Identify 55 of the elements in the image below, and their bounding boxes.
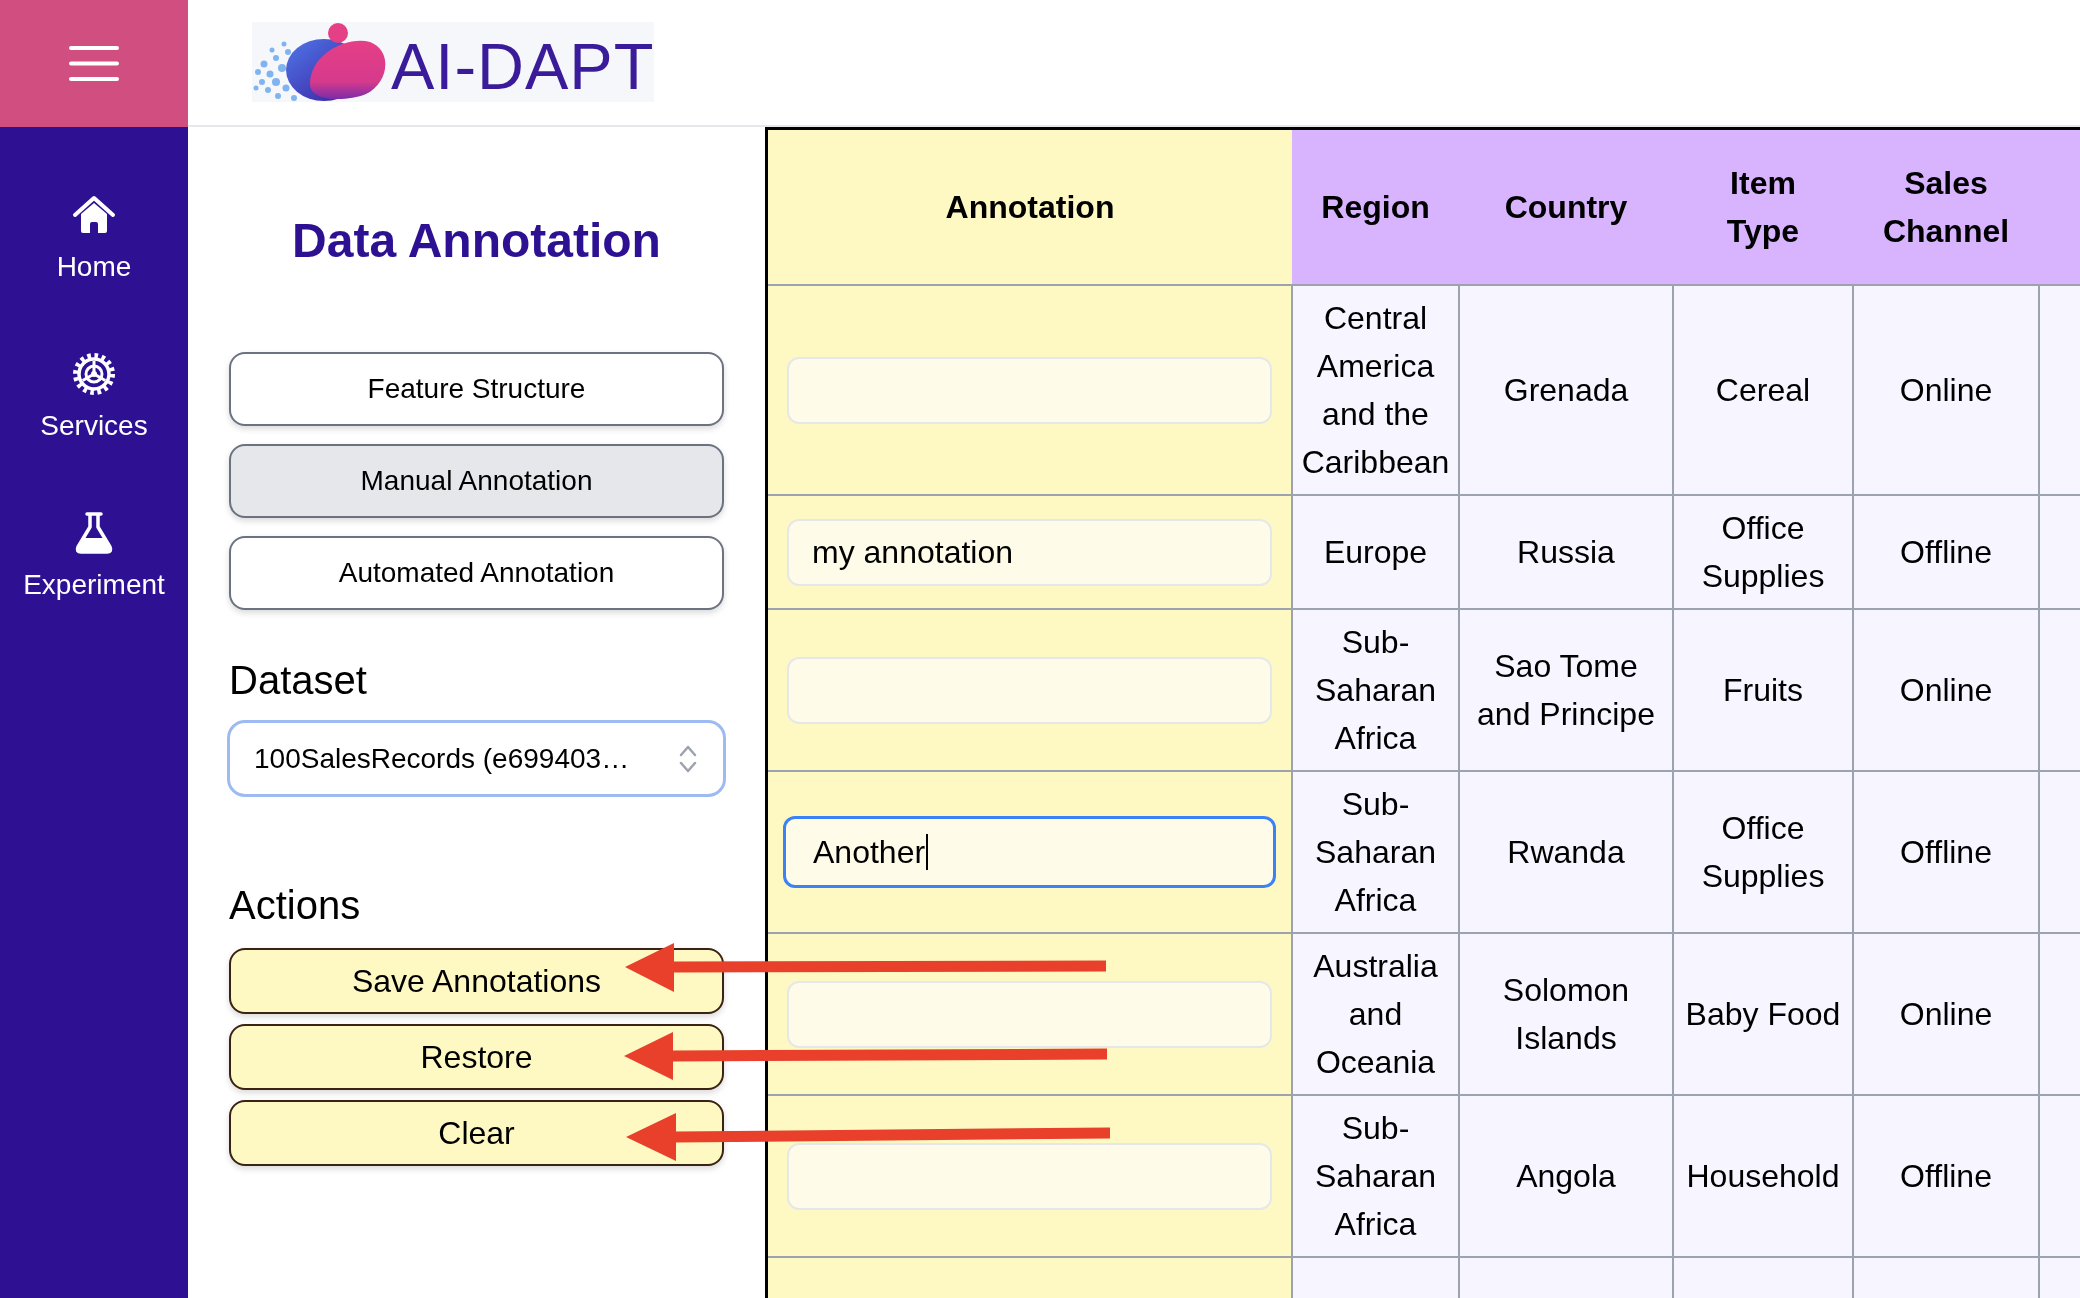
action-button[interactable]: Save Annotations xyxy=(229,948,724,1014)
table-cell: Household xyxy=(1673,1095,1853,1257)
home-icon xyxy=(72,195,116,235)
table-cell: Sao Tome and Principe xyxy=(1459,609,1673,771)
table-cell: Central America and the Caribbean xyxy=(1292,285,1459,495)
input-field[interactable]: my annotation xyxy=(787,518,1272,586)
nav-item[interactable]: Home xyxy=(0,185,188,293)
chevron-up-down-icon xyxy=(679,744,697,773)
input-field[interactable] xyxy=(787,656,1272,724)
table-cell: Cereal xyxy=(1673,285,1853,495)
mode-button[interactable]: Feature Structure xyxy=(229,352,724,426)
column-header: Country xyxy=(1459,130,1673,285)
menu-icon xyxy=(69,46,119,81)
table-cell: Online xyxy=(1853,933,2039,1095)
logo-wordmark: AI-DAPT xyxy=(391,31,655,103)
table-cell: Sub-Saharan Africa xyxy=(1292,1095,1459,1257)
input-field[interactable] xyxy=(787,980,1272,1048)
table-cell: Online xyxy=(1853,609,2039,771)
dataset-select[interactable]: 100SalesRecords (e699403… xyxy=(227,720,726,797)
action-button[interactable]: Restore xyxy=(229,1024,724,1090)
table-cell: Online xyxy=(1853,285,2039,495)
mode-button[interactable]: Manual Annotation xyxy=(229,444,724,518)
table-cell: Fruits xyxy=(1673,609,1853,771)
table-cell: Sub-Saharan Africa xyxy=(1292,609,1459,771)
input-field[interactable]: Another xyxy=(783,816,1276,888)
table-cell: Rwanda xyxy=(1459,771,1673,933)
column-header: Item Type xyxy=(1673,130,1853,285)
table-cell: Offline xyxy=(1853,495,2039,609)
nav-item[interactable]: Services xyxy=(0,344,188,452)
table-cell: Solomon Islands xyxy=(1459,933,1673,1095)
section-heading: Actions xyxy=(229,882,362,929)
table-cell: Grenada xyxy=(1459,285,1673,495)
gear-icon xyxy=(72,352,116,396)
nav-item[interactable]: Experiment xyxy=(0,503,188,611)
section-heading: Dataset xyxy=(229,657,368,704)
action-button[interactable]: Clear xyxy=(229,1100,724,1166)
table-cell: Offline xyxy=(1853,1095,2039,1257)
column-header: Region xyxy=(1292,130,1459,285)
page-title: Data Annotation xyxy=(291,213,662,269)
column-header: Sales Channel xyxy=(1853,130,2039,285)
table-cell: Europe xyxy=(1292,495,1459,609)
table-cell: Office Supplies xyxy=(1673,495,1853,609)
input-field[interactable] xyxy=(787,356,1272,424)
table-cell: Office Supplies xyxy=(1673,771,1853,933)
table-cell: Australia and Oceania xyxy=(1292,933,1459,1095)
column-header: Annotation xyxy=(768,130,1292,285)
text-cursor-icon xyxy=(926,834,929,870)
mode-button[interactable]: Automated Annotation xyxy=(229,536,724,610)
table-cell: Baby Food xyxy=(1673,933,1853,1095)
table-cell: Angola xyxy=(1459,1095,1673,1257)
input-field[interactable] xyxy=(787,1142,1272,1210)
table-cell: Offline xyxy=(1853,771,2039,933)
table-cell: Russia xyxy=(1459,495,1673,609)
table-cell: Sub-Saharan Africa xyxy=(1292,771,1459,933)
logo-icon xyxy=(252,22,388,102)
